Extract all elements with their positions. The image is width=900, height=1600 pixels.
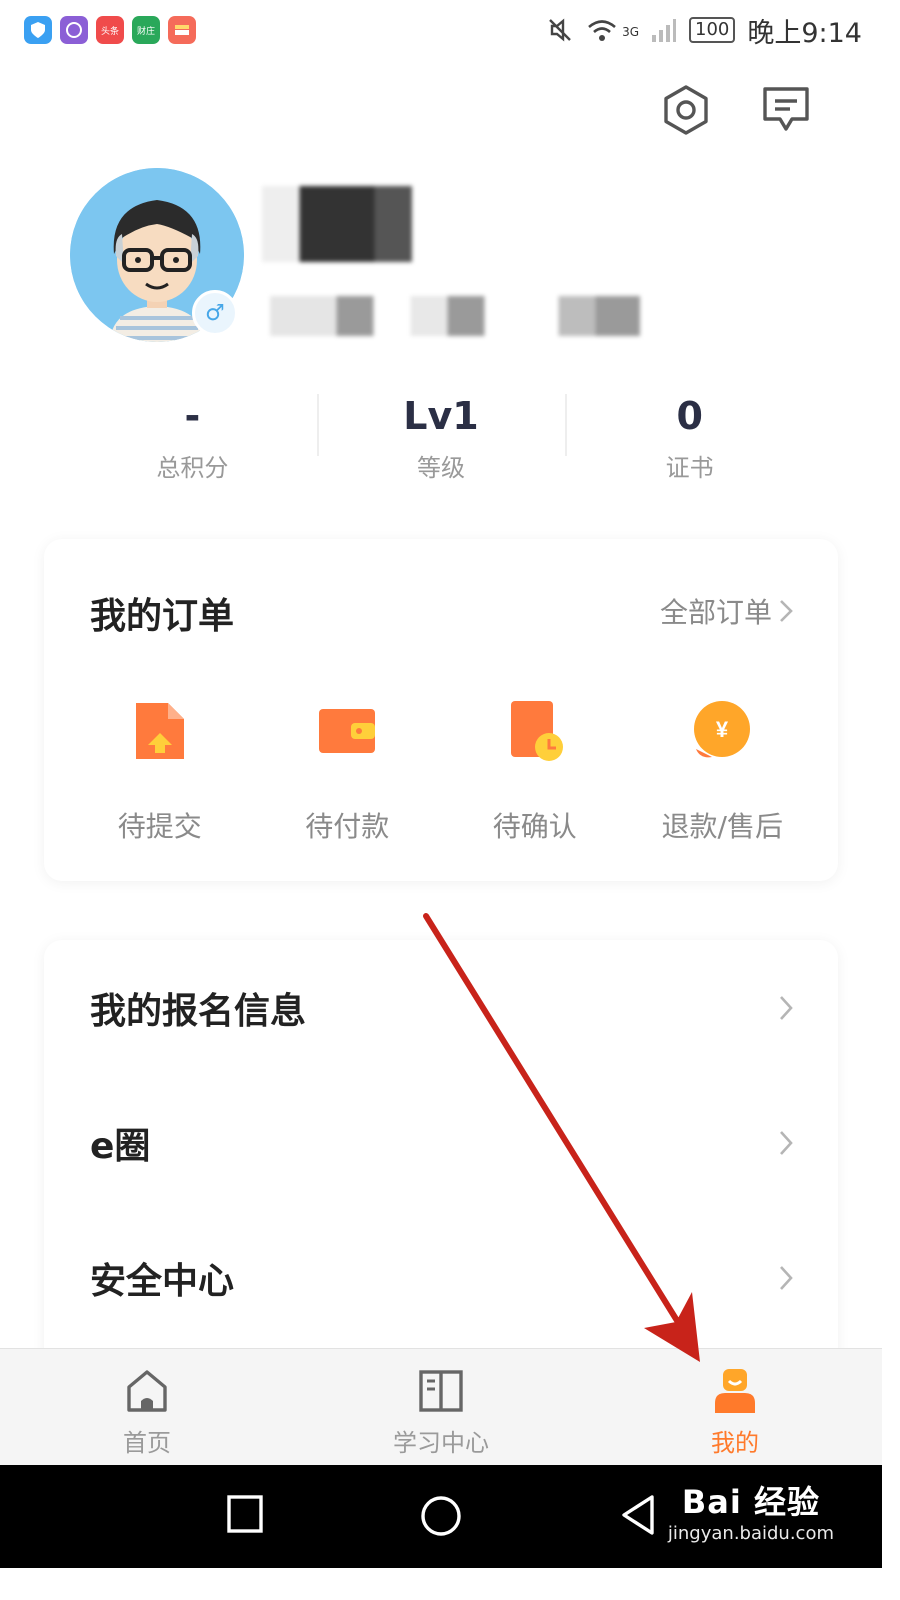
- system-nav-bar: Bai 经验 jingyan.baidu.com: [0, 1465, 882, 1568]
- order-status-label: 待提交: [117, 810, 202, 843]
- order-pending-confirm[interactable]: 待确认: [441, 699, 629, 845]
- notification-icons: 头条 财庄: [24, 16, 196, 44]
- menu-card: 我的报名信息 e圈 安全中心: [44, 940, 838, 1360]
- bottom-tab-bar: 首页 学习中心 我的: [0, 1348, 882, 1465]
- settings-button[interactable]: [660, 84, 712, 136]
- tab-label: 我的: [711, 1429, 759, 1457]
- clock: 晚上9:14: [747, 17, 862, 49]
- shield-app-icon: [24, 16, 52, 44]
- watermark-url: jingyan.baidu.com: [667, 1523, 834, 1544]
- watermark-title: Bai 经验: [681, 1483, 820, 1521]
- male-icon: ♂: [192, 290, 238, 336]
- redacted-username: [262, 186, 412, 262]
- tab-home[interactable]: 首页: [0, 1349, 294, 1465]
- chevron-right-icon: [780, 996, 793, 1020]
- tab-label: 学习中心: [393, 1429, 489, 1457]
- redacted-user-info: [270, 296, 640, 336]
- orders-card: 我的订单 全部订单 待提交 待付款 待确认 ¥ 退款/售后: [44, 539, 838, 881]
- stat-value: Lv1: [403, 394, 479, 438]
- file-upload-icon: [135, 703, 184, 759]
- stat-value: -: [184, 394, 201, 438]
- stat-value: 0: [676, 394, 703, 438]
- browser-app-icon: [60, 16, 88, 44]
- person-icon: [715, 1369, 755, 1413]
- yuan-coin-icon: ¥: [694, 701, 751, 758]
- toutiao-app-icon: 头条: [96, 16, 124, 44]
- menu-item-label: e圈: [90, 1126, 151, 1167]
- chevron-right-icon: [780, 1131, 793, 1155]
- network-type: 3G: [622, 24, 639, 39]
- mute-icon: [549, 18, 571, 42]
- wallet-app-icon: [168, 16, 196, 44]
- stat-total-points[interactable]: - 总积分: [68, 390, 317, 483]
- recents-button[interactable]: [226, 1493, 264, 1535]
- order-pending-payment[interactable]: 待付款: [254, 699, 442, 845]
- message-icon: [763, 87, 809, 131]
- book-icon: [419, 1370, 463, 1412]
- tab-learning-center[interactable]: 学习中心: [294, 1349, 588, 1465]
- header-actions: [660, 84, 812, 136]
- system-indicators: 3G 100 晚上9:14: [546, 11, 862, 50]
- chevron-right-icon: [780, 1266, 793, 1290]
- menu-item-registration-info[interactable]: 我的报名信息: [90, 978, 794, 1038]
- stat-label: 证书: [665, 454, 714, 482]
- order-status-list: 待提交 待付款 待确认 ¥ 退款/售后: [66, 699, 816, 845]
- stat-certificates[interactable]: 0 证书: [565, 390, 814, 483]
- order-status-label: 待确认: [492, 810, 577, 843]
- svg-text:¥: ¥: [716, 717, 729, 742]
- home-icon: [127, 1370, 167, 1412]
- order-refund[interactable]: ¥ 退款/售后: [629, 699, 817, 845]
- home-nav-button[interactable]: [420, 1495, 462, 1537]
- all-orders-link[interactable]: 全部订单: [660, 591, 794, 631]
- stat-level[interactable]: Lv1 等级: [316, 390, 566, 483]
- menu-item-security-center[interactable]: 安全中心: [90, 1248, 794, 1308]
- settings-icon: [664, 85, 708, 135]
- menu-item-label: 我的报名信息: [90, 991, 307, 1032]
- tab-mine[interactable]: 我的: [588, 1349, 882, 1465]
- chevron-right-icon: [780, 600, 793, 622]
- wifi-icon: [588, 20, 616, 41]
- order-pending-submit[interactable]: 待提交: [66, 699, 254, 845]
- menu-item-e-circle[interactable]: e圈: [90, 1113, 794, 1173]
- signal-icon: [652, 19, 676, 42]
- tab-label: 首页: [123, 1429, 171, 1457]
- stat-label: 总积分: [156, 454, 229, 482]
- order-status-label: 待付款: [305, 810, 390, 843]
- status-bar: 头条 财庄 3G 100 晚上9:14: [0, 0, 882, 60]
- back-button[interactable]: [618, 1493, 658, 1537]
- wallet-icon: [319, 709, 376, 753]
- stat-label: 等级: [417, 454, 465, 482]
- order-status-label: 退款/售后: [661, 810, 783, 843]
- messages-button[interactable]: [760, 84, 812, 136]
- menu-item-label: 安全中心: [90, 1261, 235, 1302]
- stats-row: - 总积分 Lv1 等级 0 证书: [68, 390, 814, 483]
- orders-title: 我的订单: [90, 596, 235, 637]
- caizhuang-app-icon: 财庄: [132, 16, 160, 44]
- all-orders-label: 全部订单: [659, 596, 772, 629]
- battery-indicator: 100: [689, 17, 736, 43]
- baidu-watermark: Bai 经验 jingyan.baidu.com: [668, 1477, 834, 1544]
- doc-clock-icon: [510, 701, 563, 761]
